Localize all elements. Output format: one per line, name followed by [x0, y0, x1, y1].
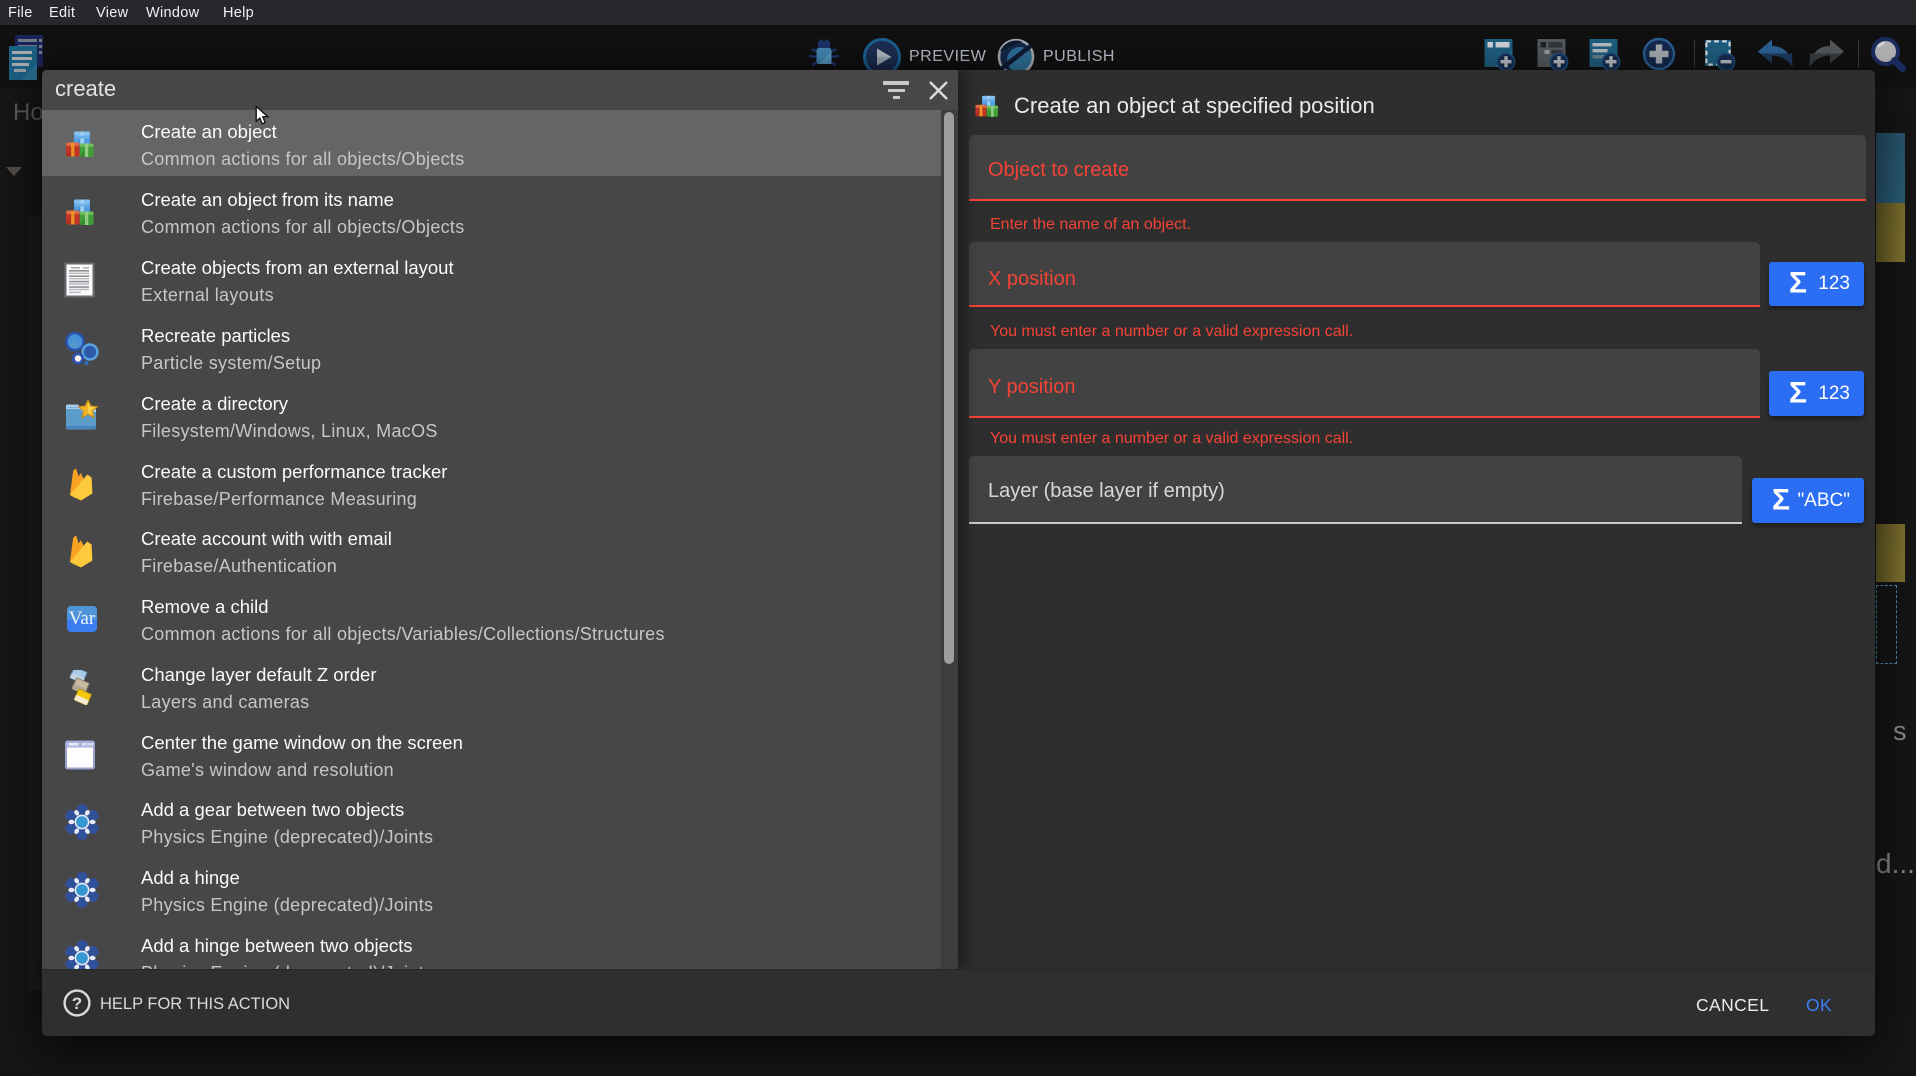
svg-text:?: ? [72, 994, 82, 1013]
